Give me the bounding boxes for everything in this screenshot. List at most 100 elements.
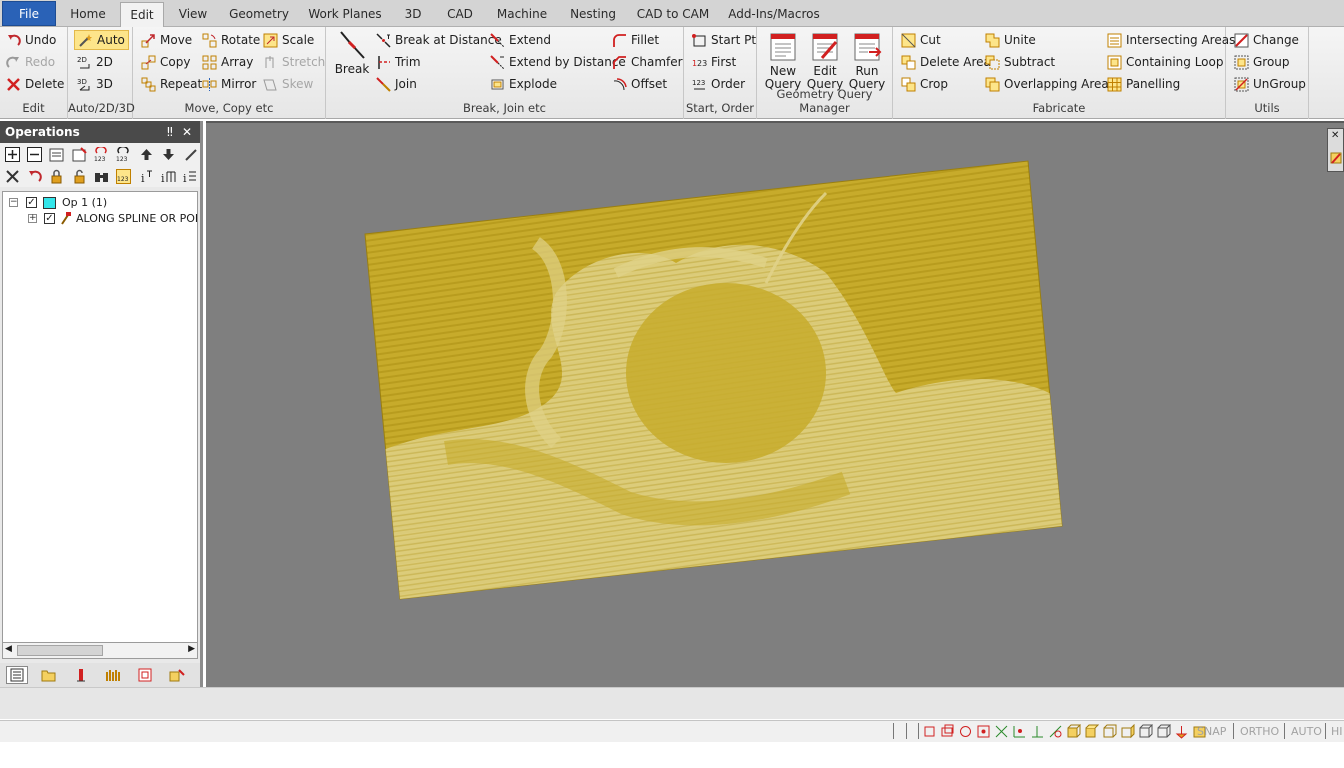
operations-tab-icon[interactable]	[6, 666, 28, 684]
remove-operation-icon[interactable]	[25, 145, 43, 164]
skew-button[interactable]: Skew	[263, 74, 313, 94]
repeat-button[interactable]: Repeat	[141, 74, 202, 94]
tab-edit[interactable]: Edit	[120, 2, 164, 28]
order-numbers-icon[interactable]: 123	[115, 167, 133, 186]
containing-loop-button[interactable]: Containing Loop	[1107, 52, 1223, 72]
offset-button[interactable]: Offset	[612, 74, 667, 94]
undo-button[interactable]: Undo	[6, 30, 56, 50]
subtract-button[interactable]: Subtract	[985, 52, 1055, 72]
tree-horizontal-scrollbar[interactable]: ◀ ▶	[2, 642, 198, 659]
scroll-left-icon[interactable]: ◀	[5, 644, 12, 654]
pin-icon[interactable]: ‼	[167, 121, 173, 143]
unlock-icon[interactable]	[70, 167, 88, 186]
library-tab-icon[interactable]	[102, 666, 124, 684]
tab-nesting[interactable]: Nesting	[562, 2, 624, 27]
chamfer-button[interactable]: Chamfer	[612, 52, 683, 72]
unite-button[interactable]: Unite	[985, 30, 1036, 50]
hi-toggle[interactable]: HI	[1331, 725, 1343, 738]
folder-tab-icon[interactable]	[38, 666, 60, 684]
delete-operation-icon[interactable]	[3, 167, 21, 186]
snap-tangent-icon[interactable]	[1048, 724, 1063, 739]
cad-viewport[interactable]	[206, 121, 1344, 687]
snap-quadrant-icon[interactable]	[976, 724, 991, 739]
snap-nearest-icon[interactable]	[1012, 724, 1027, 739]
tab-cad[interactable]: CAD	[438, 2, 482, 27]
3d-button[interactable]: 3D 3D	[77, 74, 113, 94]
reorder-icon[interactable]: 123	[115, 145, 133, 164]
tab-home[interactable]: Home	[60, 2, 116, 27]
auto-button[interactable]: Auto	[74, 30, 129, 50]
tab-machine[interactable]: Machine	[486, 2, 558, 27]
extend-by-distance-button[interactable]: Extend by Distance	[490, 52, 626, 72]
ortho-toggle[interactable]: ORTHO	[1240, 725, 1279, 738]
array-button[interactable]: Array	[202, 52, 253, 72]
scale-button[interactable]: Scale	[263, 30, 314, 50]
tab-add-ins-macros[interactable]: Add-Ins/Macros	[722, 2, 826, 27]
redo-button[interactable]: Redo	[6, 52, 55, 72]
tab-work-planes[interactable]: Work Planes	[302, 2, 388, 27]
snap-intersection-icon[interactable]	[994, 724, 1009, 739]
stretch-button[interactable]: Stretch	[263, 52, 325, 72]
copy-button[interactable]: Copy	[141, 52, 190, 72]
first-button[interactable]: 1 23 First	[692, 52, 736, 72]
break-at-distance-button[interactable]: Break at Distance	[376, 30, 502, 50]
calculate-icon[interactable]	[70, 145, 88, 164]
scroll-thumb[interactable]	[17, 645, 103, 656]
command-area[interactable]	[0, 687, 1344, 719]
delete-area-button[interactable]: Delete Area	[901, 52, 991, 72]
undo-operation-icon[interactable]	[25, 167, 43, 186]
view-box-icon[interactable]	[1066, 724, 1082, 739]
tab-cad-to-cam[interactable]: CAD to CAM	[628, 2, 718, 27]
toolpath-checkbox[interactable]: ✓	[44, 213, 55, 224]
move-button[interactable]: Move	[141, 30, 192, 50]
op1-checkbox[interactable]: ✓	[26, 197, 37, 208]
ungroup-button[interactable]: UnGroup	[1234, 74, 1306, 94]
lock-icon[interactable]	[48, 167, 66, 186]
break-button[interactable]: Break	[334, 30, 370, 76]
intersecting-areas-button[interactable]: Intersecting Areas	[1107, 30, 1235, 50]
start-pt-button[interactable]: Start Pt	[692, 30, 756, 50]
scroll-right-icon[interactable]: ▶	[188, 644, 195, 654]
find-binoculars-icon[interactable]	[92, 167, 110, 186]
view-side-icon[interactable]	[1120, 723, 1135, 739]
run-query-button[interactable]: Run Query	[847, 32, 887, 91]
macro-tab-icon[interactable]	[166, 666, 188, 684]
properties-icon[interactable]	[48, 145, 66, 164]
join-button[interactable]: Join	[376, 74, 417, 94]
tools-tab-icon[interactable]	[70, 666, 92, 684]
explode-button[interactable]: Explode	[490, 74, 557, 94]
side-panel-toggle[interactable]: ✕	[1327, 128, 1344, 172]
pattern-tab-icon[interactable]	[134, 666, 156, 684]
side-close-icon[interactable]: ✕	[1331, 130, 1339, 141]
edit-pencil-icon[interactable]	[182, 145, 200, 164]
snap-toggle[interactable]: SNAP	[1197, 725, 1226, 738]
move-down-icon[interactable]	[159, 145, 177, 164]
snap-midpoint-icon[interactable]	[940, 724, 955, 739]
2d-button[interactable]: 2D 2D	[77, 52, 113, 72]
extend-button[interactable]: Extend	[490, 30, 551, 50]
panelling-button[interactable]: Panelling	[1107, 74, 1180, 94]
change-button[interactable]: Change	[1234, 30, 1299, 50]
tab-view[interactable]: View	[168, 2, 218, 27]
view-front-icon[interactable]	[1102, 724, 1117, 739]
view-back-icon[interactable]	[1156, 724, 1172, 739]
tab-3d[interactable]: 3D	[392, 2, 434, 27]
snap-endpoint-icon[interactable]	[922, 724, 937, 739]
trim-button[interactable]: Trim	[376, 52, 421, 72]
new-query-button[interactable]: New Query	[761, 32, 805, 91]
group-button[interactable]: Group	[1234, 52, 1290, 72]
edit-query-button[interactable]: Edit Query	[805, 32, 845, 91]
cut-button[interactable]: Cut	[901, 30, 941, 50]
tab-file[interactable]: File	[2, 1, 56, 26]
expand-icon[interactable]: +	[28, 214, 37, 223]
add-operation-icon[interactable]	[3, 145, 21, 164]
rotate-button[interactable]: Rotate	[202, 30, 260, 50]
workplane-icon[interactable]	[1174, 724, 1189, 739]
crop-button[interactable]: Crop	[901, 74, 948, 94]
tree-row-op1[interactable]: − ✓ Op 1 (1)	[9, 195, 107, 210]
delete-button[interactable]: Delete	[6, 74, 64, 94]
snap-center-icon[interactable]	[958, 724, 973, 739]
overlapping-areas-button[interactable]: Overlapping Areas	[985, 74, 1115, 94]
move-up-icon[interactable]	[137, 145, 155, 164]
collapse-icon[interactable]: −	[9, 198, 18, 207]
